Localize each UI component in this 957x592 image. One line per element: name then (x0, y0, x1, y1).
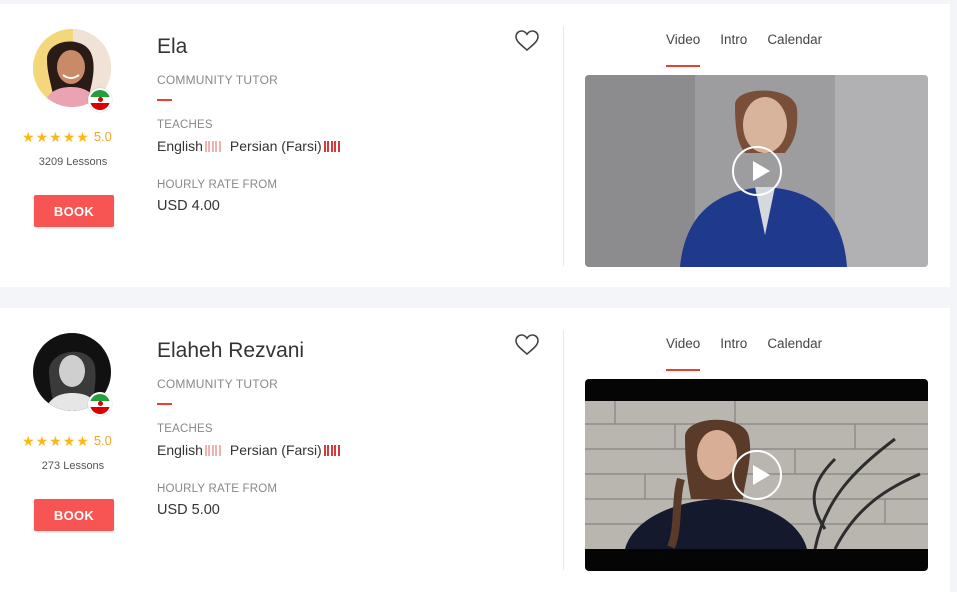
language-item: Persian (Farsi) (230, 138, 340, 154)
language-name: English (157, 442, 203, 458)
language-name: English (157, 138, 203, 154)
iran-flag-icon (88, 392, 112, 416)
tutor-type: COMMUNITY TUTOR (157, 73, 279, 87)
play-button[interactable] (731, 450, 782, 500)
tutor-avatar[interactable] (33, 29, 112, 112)
language-item: Persian (Farsi) (230, 442, 340, 458)
star-rating: ★ ★ ★ ★ ★ 5.0 (22, 433, 126, 448)
accent-divider (157, 99, 172, 101)
language-item: English (157, 442, 221, 458)
level-bars-icon (323, 444, 340, 456)
tab-calendar[interactable]: Calendar (767, 336, 822, 361)
book-button[interactable]: BOOK (34, 195, 114, 227)
intro-video[interactable] (585, 75, 928, 267)
tutor-card: ★ ★ ★ ★ ★ 5.0 273 Lessons BOOK Elaheh Re… (0, 308, 950, 592)
level-bars-icon (323, 140, 340, 152)
teaches-label: TEACHES (157, 119, 213, 131)
language-list: English Persian (Farsi) (157, 138, 349, 154)
media-tabs: Video Intro Calendar (666, 32, 842, 67)
accent-divider (157, 403, 172, 405)
heart-icon[interactable] (514, 29, 540, 53)
column-divider (563, 26, 564, 266)
star-icon: ★ (62, 432, 76, 449)
rating-value: 5.0 (93, 433, 112, 448)
tutor-type: COMMUNITY TUTOR (157, 377, 279, 391)
star-icon: ★ (49, 432, 62, 449)
level-bars-icon (204, 444, 221, 456)
tab-intro[interactable]: Intro (720, 32, 747, 57)
star-icon: ★ (22, 432, 35, 449)
tutor-card: ★ ★ ★ ★ ★ 5.0 3209 Lessons BOOK Ela COMM… (0, 4, 950, 287)
language-list: English Persian (Farsi) (157, 442, 349, 458)
star-rating: ★ ★ ★ ★ ★ 5.0 (22, 129, 126, 144)
hourly-rate: USD 4.00 (157, 198, 220, 214)
star-icon: ★ (62, 128, 76, 145)
play-button[interactable] (731, 146, 782, 196)
tab-video[interactable]: Video (666, 336, 701, 371)
lesson-count: 273 Lessons (41, 460, 105, 472)
level-bars-icon (204, 140, 221, 152)
star-icon: ★ (49, 128, 62, 145)
tutor-name[interactable]: Ela (157, 35, 187, 59)
language-item: English (157, 138, 221, 154)
teaches-label: TEACHES (157, 423, 213, 435)
rate-label: HOURLY RATE FROM (157, 179, 278, 191)
tab-video[interactable]: Video (666, 32, 701, 67)
language-name: Persian (Farsi) (229, 138, 322, 154)
hourly-rate: USD 5.00 (157, 502, 220, 518)
star-icon: ★ (76, 432, 89, 449)
column-divider (563, 330, 564, 570)
tutor-name[interactable]: Elaheh Rezvani (157, 339, 304, 363)
star-icon: ★ (22, 128, 35, 145)
intro-video[interactable] (585, 379, 928, 571)
star-icon: ★ (76, 128, 89, 145)
tab-calendar[interactable]: Calendar (767, 32, 822, 57)
iran-flag-icon (88, 88, 112, 112)
rating-value: 5.0 (93, 129, 112, 144)
star-icon: ★ (35, 432, 49, 449)
rate-label: HOURLY RATE FROM (157, 483, 278, 495)
star-icon: ★ (35, 128, 49, 145)
tab-intro[interactable]: Intro (720, 336, 747, 361)
tutor-avatar[interactable] (33, 333, 112, 416)
language-name: Persian (Farsi) (229, 442, 322, 458)
book-button[interactable]: BOOK (34, 499, 114, 531)
lesson-count: 3209 Lessons (38, 156, 108, 168)
heart-icon[interactable] (514, 333, 540, 357)
media-tabs: Video Intro Calendar (666, 336, 842, 371)
